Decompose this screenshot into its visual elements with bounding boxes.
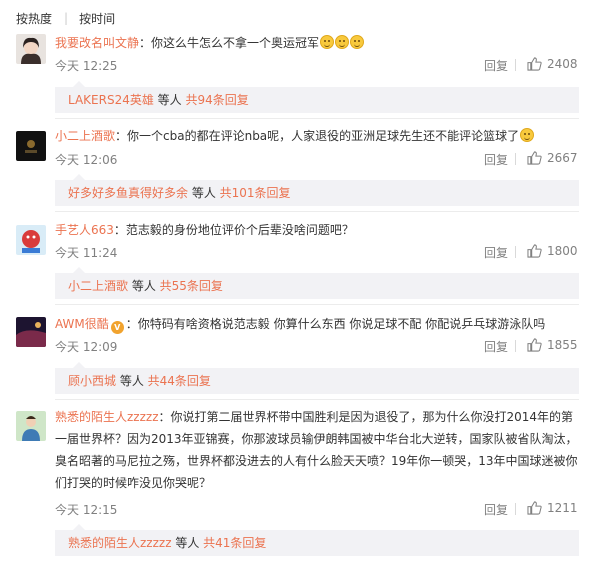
comment-text: ：你特码有啥资格说范志毅 你算什么东西 你说足球不配 你配说乒乓球游泳队吗 [125, 317, 546, 331]
reply-button[interactable]: 回复 [484, 244, 508, 261]
sub-reply-mid: 等人 [171, 536, 204, 550]
comment-time: 今天 12:09 [55, 340, 118, 354]
thumbs-up-icon [527, 244, 542, 258]
action-divider [515, 153, 516, 165]
sub-reply-count[interactable]: 共101条回复 [220, 186, 291, 200]
avatar[interactable] [16, 317, 46, 347]
thumbs-up-icon [527, 57, 542, 71]
action-divider [515, 340, 516, 352]
action-divider [515, 503, 516, 515]
sub-reply-summary[interactable]: 小二上酒歌 等人 共55条回复 [55, 267, 579, 299]
sub-reply-summary[interactable]: LAKERS24英雄 等人 共94条回复 [55, 81, 579, 113]
like-count: 1211 [547, 501, 578, 515]
sub-reply-count[interactable]: 共94条回复 [186, 93, 249, 107]
avatar[interactable] [16, 34, 46, 64]
action-divider [515, 59, 516, 71]
sub-reply-count[interactable]: 共44条回复 [148, 374, 211, 388]
sub-reply-summary[interactable]: 熟悉的陌生人zzzzz 等人 共41条回复 [55, 524, 579, 556]
like-count: 1800 [547, 244, 578, 258]
sub-reply-mid: 等人 [153, 93, 186, 107]
comment-username[interactable]: 熟悉的陌生人zzzzz [55, 410, 159, 424]
comment-username[interactable]: AWM很酷 [55, 317, 109, 331]
comment-time: 今天 12:15 [55, 503, 118, 517]
reply-button[interactable]: 回复 [484, 151, 508, 168]
sweat-emoji-icon [520, 128, 535, 142]
comment-text: ：你一个cba的都在评论nba呢，人家退役的亚洲足球先生还不能评论篮球了 [115, 129, 520, 143]
thumbs-up-icon [527, 338, 542, 352]
comment-username[interactable]: 小二上酒歌 [55, 129, 115, 143]
thumbs-up-icon [527, 501, 542, 515]
avatar[interactable] [16, 225, 46, 255]
comment-divider [55, 304, 579, 305]
like-count: 2667 [547, 151, 578, 165]
sort-by-time[interactable]: 按时间 [79, 10, 115, 27]
comment-text: ：你这么牛怎么不拿一个奥运冠军 [139, 36, 320, 50]
comment-divider [55, 399, 579, 400]
thumbs-up-icon [527, 151, 542, 165]
like-count: 1855 [547, 338, 578, 352]
comment-text: ：范志毅的身份地位评价个后辈没啥问题吧？ [113, 223, 354, 237]
sub-reply-count[interactable]: 共41条回复 [203, 536, 266, 550]
like-button[interactable]: 1855 [527, 338, 578, 352]
avatar[interactable] [16, 411, 46, 441]
comment-time: 今天 12:06 [55, 153, 118, 167]
sort-bar: 按热度 | 按时间 [16, 9, 115, 27]
sub-reply-count[interactable]: 共55条回复 [160, 279, 223, 293]
sub-reply-username[interactable]: 顾小西城 [68, 374, 116, 388]
sort-separator: | [64, 11, 69, 25]
avatar[interactable] [16, 131, 46, 161]
vip-badge-icon: V [110, 321, 124, 334]
sub-reply-summary[interactable]: 顾小西城 等人 共44条回复 [55, 362, 579, 394]
comment-body: 手艺人663：范志毅的身份地位评价个后辈没啥问题吧？ [55, 219, 579, 241]
sort-by-heat[interactable]: 按热度 [16, 10, 52, 27]
sub-reply-summary[interactable]: 好多好多鱼真得好多余 等人 共101条回复 [55, 174, 579, 206]
sub-reply-mid: 等人 [116, 374, 148, 388]
comment-body: AWM很酷 V ：你特码有啥资格说范志毅 你算什么东西 你说足球不配 你配说乒乓球游… [55, 313, 579, 335]
sub-reply-username[interactable]: LAKERS24英雄 [68, 93, 154, 107]
comment-divider [55, 211, 579, 212]
laugh-cry-emoji-icon [335, 35, 350, 49]
like-button[interactable]: 1800 [527, 244, 578, 258]
sub-reply-username[interactable]: 好多好多鱼真得好多余 [68, 186, 188, 200]
comment-username[interactable]: 手艺人663 [55, 223, 114, 237]
comment-time: 今天 12:25 [55, 59, 118, 73]
comment-body: 小二上酒歌：你一个cba的都在评论nba呢，人家退役的亚洲足球先生还不能评论篮球… [55, 125, 579, 147]
reply-button[interactable]: 回复 [484, 338, 508, 355]
reply-button[interactable]: 回复 [484, 501, 508, 518]
comment-time: 今天 11:24 [55, 246, 118, 260]
sub-reply-mid: 等人 [128, 279, 160, 293]
comment-divider [55, 118, 579, 119]
reply-button[interactable]: 回复 [484, 57, 508, 74]
comment-username[interactable]: 我要改名叫文静 [55, 36, 139, 50]
sub-reply-username[interactable]: 小二上酒歌 [68, 279, 128, 293]
like-button[interactable]: 1211 [527, 501, 578, 515]
laugh-cry-emoji-icon [320, 35, 335, 49]
laugh-cry-emoji-icon [350, 35, 365, 49]
sub-reply-mid: 等人 [188, 186, 220, 200]
like-count: 2408 [547, 57, 578, 71]
comment-body: 熟悉的陌生人zzzzz：你说打第二届世界杯带中国胜利是因为退役了，那为什么你没打… [55, 406, 579, 494]
sub-reply-username[interactable]: 熟悉的陌生人zzzzz [68, 536, 172, 550]
like-button[interactable]: 2408 [527, 57, 578, 71]
action-divider [515, 246, 516, 258]
comment-body: 我要改名叫文静：你这么牛怎么不拿一个奥运冠军 [55, 32, 579, 54]
like-button[interactable]: 2667 [527, 151, 578, 165]
